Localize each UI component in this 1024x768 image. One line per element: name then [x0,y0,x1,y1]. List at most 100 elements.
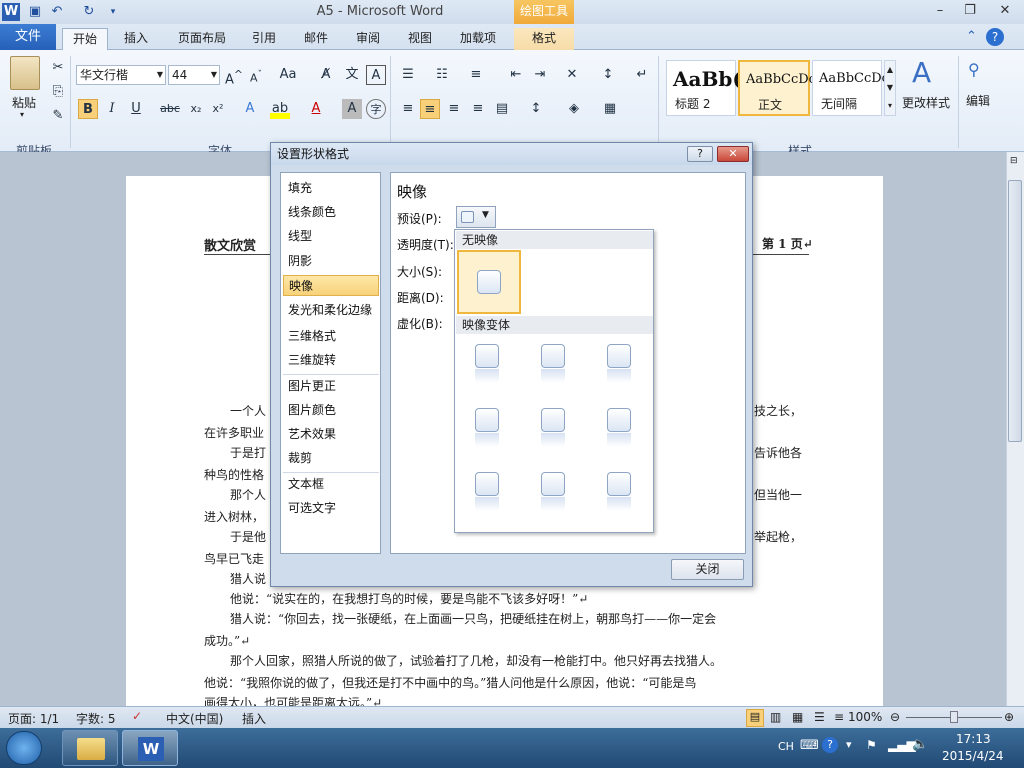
text-effects-icon[interactable]: A [240,99,260,119]
nav-item[interactable]: 艺术效果 [288,424,378,445]
nav-item[interactable]: 图片更正 [288,376,378,397]
tab-mailings[interactable]: 邮件 [296,28,336,50]
nav-item[interactable]: 发光和柔化边缘 [288,300,378,321]
reflection-variant-option[interactable] [527,336,581,396]
line-spacing-icon[interactable]: ↕ [526,99,546,119]
nav-item[interactable]: 三维旋转 [288,350,378,371]
nav-item[interactable]: 文本框 [288,474,378,495]
tab-view[interactable]: 视图 [400,28,440,50]
enclose-characters-icon[interactable]: 字 [366,99,386,119]
highlight-icon[interactable]: ab [270,99,290,119]
nav-item[interactable]: 映像 [283,275,379,296]
binoculars-icon[interactable]: ⚲ [968,60,980,79]
ruler-toggle-icon[interactable]: ⊟ [1010,156,1018,166]
word-count[interactable]: 字数: 5 [76,710,116,727]
grow-font-icon[interactable]: A^ [224,65,244,87]
reflection-variant-option[interactable] [593,464,647,524]
strikethrough-button[interactable]: abc [160,99,180,119]
dialog-close-button[interactable]: 关闭 [671,559,744,580]
font-color-icon[interactable]: A [306,99,326,119]
zoom-slider-handle[interactable] [950,711,958,723]
bullets-icon[interactable]: ☰ [398,65,418,85]
bold-button[interactable]: B [78,99,98,119]
no-reflection-option[interactable] [457,250,521,314]
explorer-taskbar-button[interactable] [62,730,118,766]
underline-button[interactable]: U [126,99,146,119]
reflection-variant-option[interactable] [593,400,647,460]
help-icon[interactable]: ? [986,28,1004,46]
insert-mode[interactable]: 插入 [242,710,266,727]
tab-home[interactable]: 开始 [62,28,108,50]
reflection-variant-option[interactable] [461,400,515,460]
copy-icon[interactable]: ⎘ [48,82,68,102]
style-no-spacing[interactable]: AaBbCcDc 无间隔 [812,60,889,116]
minimize-button[interactable]: – [926,2,954,22]
styles-scroll[interactable]: ▲ ▼ ▾ [884,60,896,116]
reflection-variant-option[interactable] [461,336,515,396]
font-name-combo[interactable]: 华文行楷 ▼ [76,65,166,85]
nav-item[interactable]: 阴影 [288,251,378,272]
distributed-icon[interactable]: ▤ [492,99,512,119]
reflection-variant-option[interactable] [527,400,581,460]
nav-item[interactable]: 线条颜色 [288,202,378,223]
word-taskbar-button[interactable]: W [122,730,178,766]
clock-time[interactable]: 17:13 [956,732,991,746]
tab-file[interactable]: 文件 [0,24,56,50]
page-count[interactable]: 页面: 1/1 [8,710,59,727]
subscript-button[interactable]: x₂ [186,99,206,119]
align-center-icon[interactable]: ≡ [420,99,440,119]
collapse-ribbon-icon[interactable]: ⌃ [966,29,977,44]
tab-review[interactable]: 审阅 [348,28,388,50]
superscript-button[interactable]: x² [208,99,228,119]
nav-item[interactable]: 三维格式 [288,326,378,347]
change-styles-label[interactable]: 更改样式 [902,94,950,111]
reflection-variant-option[interactable] [461,464,515,524]
align-left-icon[interactable]: ≡ [398,99,418,119]
tab-references[interactable]: 引用 [244,28,284,50]
zoom-in-icon[interactable]: ⊕ [1004,710,1014,724]
tab-page-layout[interactable]: 页面布局 [170,28,234,50]
style-heading2[interactable]: AaBb(标题 2 [666,60,742,116]
tray-expand-icon[interactable]: ▾ [846,738,852,751]
shading-icon[interactable]: ◈ [564,99,584,119]
web-layout-icon[interactable]: ▦ [792,710,803,724]
paste-button-label[interactable]: 粘贴 [12,94,36,111]
language-indicator[interactable]: 中文(中国) [166,710,223,727]
style-normal[interactable]: AaBbCcDc 正文 [738,60,816,116]
tab-format[interactable]: 格式 [514,28,574,50]
justify-icon[interactable]: ≡ [468,99,488,119]
nav-item[interactable]: 可选文字 [288,498,378,519]
proofing-icon[interactable]: ✓ [132,709,142,723]
nav-item[interactable]: 裁剪 [288,448,378,469]
input-language[interactable]: CH [778,740,794,753]
draft-icon[interactable]: ≡ [834,710,844,724]
nav-item[interactable]: 填充 [288,178,378,199]
clock-date[interactable]: 2015/4/24 [942,749,1004,763]
borders-icon[interactable]: ▦ [600,99,620,119]
italic-button[interactable]: I [102,99,122,119]
font-size-combo[interactable]: 44 ▼ [168,65,220,85]
reflection-variant-option[interactable] [593,336,647,396]
change-styles-icon[interactable]: A [912,56,931,89]
preset-dropdown[interactable]: ▼ [456,206,496,228]
change-case-icon[interactable]: Aa [278,65,298,85]
volume-icon[interactable]: 🔈 [912,737,928,752]
scrollbar-thumb[interactable] [1008,180,1022,442]
sort-icon[interactable]: ↕ [598,65,618,85]
tab-insert[interactable]: 插入 [114,28,158,50]
character-shading-icon[interactable]: A [342,99,362,119]
zoom-level[interactable]: 100% [848,710,882,724]
maximize-button[interactable]: ❐ [956,2,984,22]
full-screen-reading-icon[interactable]: ▥ [770,710,781,724]
start-button[interactable] [6,731,42,765]
flag-icon[interactable]: ⚑ [866,738,877,752]
cut-icon[interactable]: ✂ [48,58,68,78]
numbering-icon[interactable]: ☷ [432,65,452,85]
show-marks-icon[interactable]: ↵ [632,65,652,85]
align-right-icon[interactable]: ≡ [444,99,464,119]
nav-item[interactable]: 图片颜色 [288,400,378,421]
decrease-indent-icon[interactable]: ⇤ [506,65,526,85]
close-window-button[interactable]: ✕ [988,2,1022,22]
zoom-out-icon[interactable]: ⊖ [890,710,900,724]
keyboard-icon[interactable]: ⌨ [800,738,819,753]
